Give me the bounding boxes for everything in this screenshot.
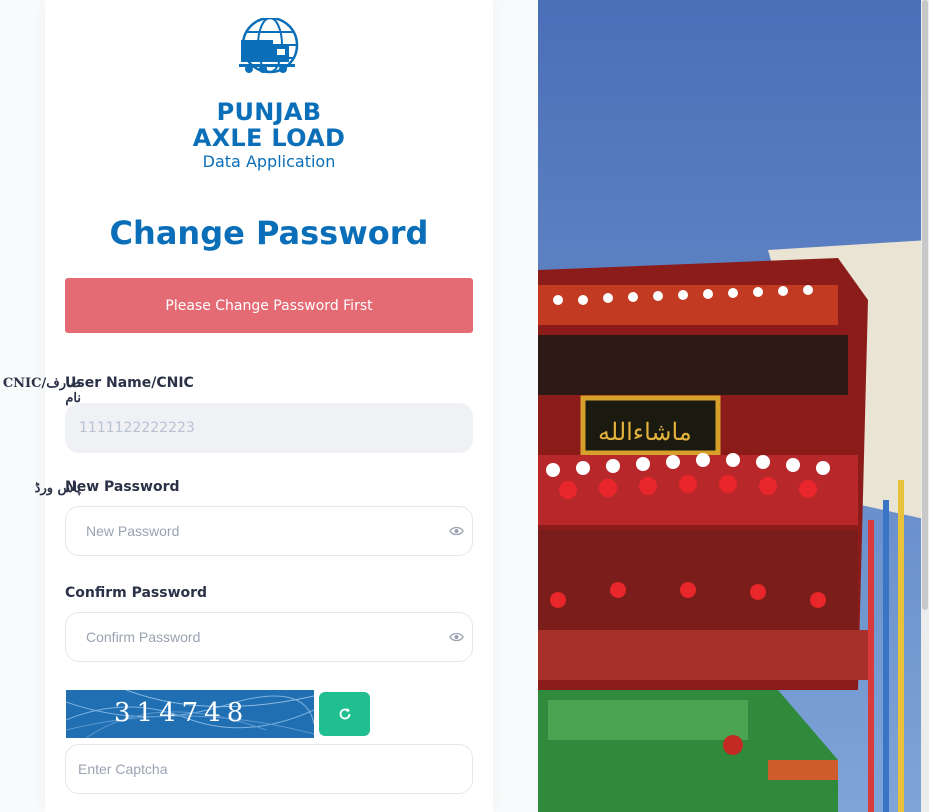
new-password-input[interactable] [86, 523, 426, 539]
username-field: 1111122222223 [65, 403, 473, 453]
brand-subtitle: Data Application [202, 152, 336, 171]
alert-message: Please Change Password First [165, 297, 373, 314]
confirm-password-label: Confirm Password [65, 585, 208, 601]
confirm-password-input[interactable] [86, 629, 426, 645]
confirm-password-field[interactable] [65, 612, 473, 662]
username-value: 1111122222223 [79, 420, 195, 436]
svg-text:ماشاءالله: ماشاءالله [598, 418, 692, 446]
captcha-field[interactable] [65, 744, 473, 794]
login-panel: PUNJAB AXLE LOAD Data Application Change… [0, 0, 538, 812]
captcha-image: 314748 [66, 690, 314, 738]
new-password-label-urdu: پاس ورڈ [34, 481, 81, 496]
username-label-urdu: CNIC/صارف نام [2, 376, 81, 406]
truck-art-image: ماشاءالله [538, 0, 929, 812]
scrollbar-thumb[interactable] [922, 0, 928, 610]
username-label: User Name/CNIC [65, 375, 194, 391]
truck-globe-icon [239, 18, 299, 74]
brand-name-line1: PUNJAB [216, 98, 322, 126]
decorated-truck-illustration: ماشاءالله [538, 0, 929, 812]
new-password-label: New Password [65, 479, 180, 495]
captcha-input[interactable] [78, 761, 418, 777]
eye-icon[interactable] [449, 525, 464, 537]
alert-banner: Please Change Password First [65, 278, 473, 333]
page-title: Change Password [109, 214, 429, 252]
refresh-icon [339, 708, 350, 720]
brand-name-line2: AXLE LOAD [192, 124, 346, 152]
new-password-field[interactable] [65, 506, 473, 556]
captcha-text: 314748 [114, 698, 250, 728]
refresh-captcha-button[interactable] [319, 692, 370, 736]
eye-icon[interactable] [449, 631, 464, 643]
